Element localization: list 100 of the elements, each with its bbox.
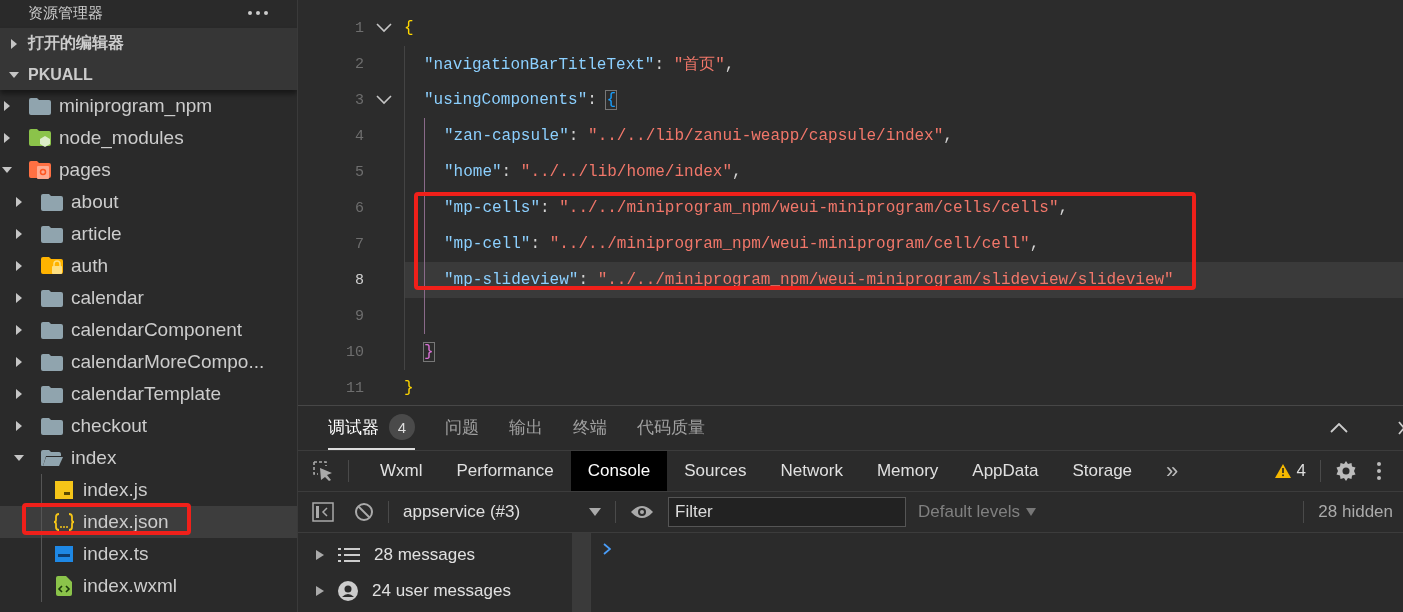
devtools-tab[interactable]: Console (570, 451, 668, 491)
line-number: 10 (345, 343, 364, 361)
tree-item[interactable]: about (0, 186, 297, 218)
code-line: "navigationBarTitleText": "首页", (424, 54, 735, 75)
code-line: "home": "../../lib/home/index", (444, 163, 742, 181)
tree-item[interactable]: index.wxml (0, 570, 297, 602)
code-line: "mp-cells": "../../miniprogram_npm/weui-miniprogram/cells/cells", (444, 199, 1069, 217)
caret-right-icon[interactable] (9, 38, 19, 49)
caret-right-icon (316, 550, 324, 560)
prompt-icon[interactable] (603, 543, 611, 555)
more-tabs-button[interactable]: » (1149, 451, 1196, 491)
inspect-icon[interactable] (312, 460, 334, 482)
devtools-tab[interactable]: AppData (955, 451, 1056, 491)
warning-count[interactable]: 4 (1274, 461, 1306, 481)
tree-item[interactable]: calendarComponent (0, 314, 297, 346)
tree-item[interactable]: calendar (0, 282, 297, 314)
section-header[interactable]: PKUALL (28, 65, 93, 84)
caret-right-icon[interactable] (14, 293, 24, 303)
line-number: 2 (354, 55, 364, 73)
message-group[interactable]: 28 messages (298, 537, 572, 573)
devtools-tab[interactable]: Performance (439, 451, 571, 491)
folder-icon (40, 417, 64, 435)
folder-icon (40, 385, 64, 403)
tree-item[interactable]: index.ts (0, 538, 297, 570)
caret-right-icon[interactable] (14, 357, 24, 367)
line-number: 9 (354, 307, 364, 325)
clear-icon[interactable] (354, 502, 374, 522)
caret-right-icon[interactable] (14, 421, 24, 431)
fold-chevron-icon[interactable] (376, 95, 392, 105)
panel-tab[interactable]: 终端 (573, 406, 607, 450)
eye-icon[interactable] (630, 504, 654, 520)
tree-item[interactable]: calendarTemplate (0, 378, 297, 410)
devtools-tab[interactable]: Sources (667, 451, 764, 491)
count-badge: 4 (389, 414, 415, 440)
folder-icon (40, 193, 64, 211)
caret-down-icon (589, 508, 601, 516)
devtools-tab[interactable]: Memory (859, 451, 956, 491)
folder-icon (28, 97, 52, 115)
panel-tab[interactable]: 输出 (509, 406, 543, 450)
braces-icon (53, 513, 75, 531)
line-number: 4 (354, 127, 364, 145)
caret-right-icon[interactable] (14, 197, 24, 207)
hidden-count: 28 hidden (1318, 502, 1394, 522)
open-folder-icon (40, 449, 64, 467)
panel-tab[interactable]: 代码质量 (637, 406, 705, 450)
tree-item[interactable]: node_modules (0, 122, 297, 154)
fold-chevron-icon[interactable] (376, 23, 392, 33)
js-file-icon (55, 481, 73, 499)
line-number: 8 (354, 271, 364, 289)
line-number: 1 (354, 19, 364, 37)
user-icon (338, 581, 358, 601)
code-line: "mp-slideview": "../../miniprogram_npm/weui-miniprogram/slideview/slideview" (444, 271, 1174, 289)
tree-item[interactable]: checkout (0, 410, 297, 442)
settings-icon[interactable] (1335, 460, 1357, 482)
chevron-up-icon[interactable] (1330, 423, 1348, 433)
devtools-tab[interactable]: Wxml (363, 451, 440, 491)
more-icon[interactable] (247, 10, 269, 16)
line-number: 3 (354, 91, 364, 109)
filter-field[interactable]: Filter (668, 497, 906, 527)
caret-right-icon (316, 586, 324, 596)
tree-item[interactable]: index.js (0, 474, 297, 506)
line-number: 11 (345, 379, 364, 397)
tree-item[interactable]: miniprogram_npm (0, 90, 297, 122)
line-number: 7 (354, 235, 364, 253)
code-line: "mp-cell": "../../miniprogram_npm/weui-miniprogram/cell/cell", (444, 235, 1040, 253)
warning-icon (1274, 464, 1291, 478)
list-icon (338, 547, 360, 563)
section-header[interactable]: 打开的编辑器 (28, 33, 124, 54)
levels-dropdown[interactable]: Default levels (918, 502, 1037, 522)
caret-down-icon (1026, 508, 1037, 516)
code-file-icon (56, 576, 72, 596)
panel-tab[interactable]: 问题 (445, 406, 479, 450)
folder-icon (40, 225, 64, 243)
caret-right-icon[interactable] (14, 261, 24, 271)
folder-icon (40, 353, 64, 371)
sidebar-toggle-icon[interactable] (312, 502, 334, 522)
caret-right-icon[interactable] (2, 101, 12, 111)
caret-right-icon[interactable] (2, 133, 12, 143)
tree-item[interactable]: calendarMoreCompo... (0, 346, 297, 378)
caret-right-icon[interactable] (14, 229, 24, 239)
folder-icon (40, 321, 64, 339)
lock-folder-icon (40, 256, 64, 276)
caret-down-icon[interactable] (2, 165, 12, 175)
caret-down-icon[interactable] (9, 69, 19, 80)
tree-item[interactable]: pages (0, 154, 297, 186)
line-number: 6 (354, 199, 364, 217)
tree-item[interactable]: auth (0, 250, 297, 282)
explorer-title: 资源管理器 (28, 3, 103, 23)
tree-item[interactable]: index (0, 442, 297, 474)
caret-right-icon[interactable] (14, 325, 24, 335)
context-dropdown[interactable]: appservice (#3) (403, 502, 601, 522)
caret-down-icon[interactable] (14, 453, 24, 463)
message-group[interactable]: 24 user messages (298, 573, 572, 609)
tree-item[interactable]: article (0, 218, 297, 250)
caret-right-icon[interactable] (14, 389, 24, 399)
code-line: } (424, 343, 434, 361)
code-line: } (404, 379, 414, 397)
more-icon[interactable] (1377, 461, 1381, 481)
devtools-tab[interactable]: Storage (1055, 451, 1150, 491)
devtools-tab[interactable]: Network (763, 451, 860, 491)
